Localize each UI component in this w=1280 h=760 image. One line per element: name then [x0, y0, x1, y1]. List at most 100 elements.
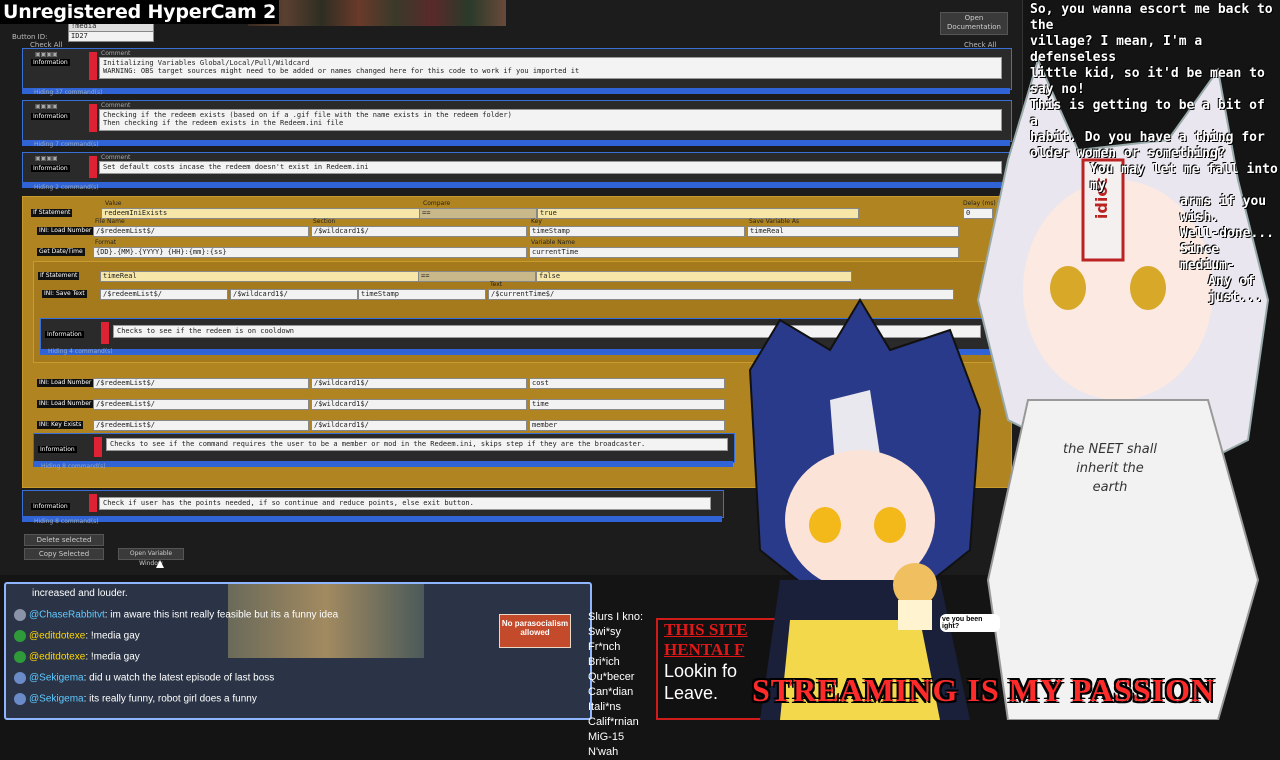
- dialog-line: habit. Do you have a thing for: [1030, 130, 1265, 145]
- block-tag: Information: [31, 113, 70, 120]
- save-key[interactable]: timeStamp: [358, 289, 486, 300]
- if-value2[interactable]: true: [537, 208, 859, 219]
- chat-username[interactable]: @ChaseRabbitvt: [29, 610, 105, 621]
- get-date-tag: Get Date/Time: [37, 248, 85, 256]
- load1-section[interactable]: /$wildcard1$/: [311, 226, 527, 237]
- keyexists-file[interactable]: /$redeemList$/: [93, 420, 309, 431]
- tshirt-line-1: the NEET shall: [1063, 442, 1157, 457]
- open-documentation-button[interactable]: Open Documentation: [940, 12, 1008, 35]
- chat-message: @editdotexe: !media gay: [14, 630, 140, 642]
- hiding-count: Hiding 2 command(s): [34, 184, 99, 191]
- comment-header: Comment: [101, 102, 131, 109]
- list-item: N'wah: [588, 746, 619, 758]
- info-block-1[interactable]: ▣▣▣▣ Information Comment Initializing Va…: [22, 48, 1012, 90]
- avatar: [14, 672, 26, 684]
- key-exists-tag: INI: Key Exists: [37, 421, 84, 429]
- load1-key[interactable]: timeStamp: [529, 226, 745, 237]
- dialog-line: little kid, so it'd be mean to say no!: [1030, 66, 1265, 97]
- points-info-block[interactable]: Information Check if user has the points…: [22, 490, 724, 518]
- chat-message: @editdotexe: !media gay: [14, 651, 140, 663]
- copy-selected-button[interactable]: Copy Selected: [24, 548, 104, 560]
- info-block-2[interactable]: ▣▣▣▣ Information Comment Checking if the…: [22, 100, 1012, 142]
- file-header: File Name: [95, 218, 125, 225]
- load3-key[interactable]: time: [529, 399, 725, 410]
- load2-section[interactable]: /$wildcard1$/: [311, 378, 527, 389]
- streaming-banner: STREAMING IS MY PASSION: [752, 672, 1216, 708]
- comment-text[interactable]: Checking if the redeem exists (based on …: [99, 109, 1002, 131]
- dialog-line: Any of: [1208, 274, 1255, 289]
- chat-media-image: [228, 584, 424, 658]
- open-variable-window-button[interactable]: Open Variable Window: [118, 548, 184, 567]
- load-number-tag: INI: Load Number: [37, 379, 94, 387]
- row-controls[interactable]: ▣▣▣▣: [35, 103, 58, 110]
- nested-if-value2[interactable]: false: [536, 271, 852, 282]
- nested-if-compare[interactable]: ==: [418, 271, 536, 282]
- member-info-block[interactable]: Information Checks to see if the command…: [33, 433, 735, 463]
- button-id-input[interactable]: ID27: [68, 31, 154, 42]
- save-file[interactable]: /$redeemList$/: [100, 289, 228, 300]
- tshirt-text: the NEET shall inherit the earth: [1050, 440, 1170, 497]
- avatar: [14, 651, 26, 663]
- date-format-input[interactable]: {DD}.{MM}.{YYYY} {HH}:{mm}:{ss}: [93, 247, 527, 258]
- chat-text: : its really funny, robot girl does a fu…: [83, 693, 257, 705]
- dialog-line: So, you wanna escort me back to the: [1030, 2, 1273, 33]
- key-header: Key: [531, 218, 542, 225]
- load3-file[interactable]: /$redeemList$/: [93, 399, 309, 410]
- delete-selected-button[interactable]: Delete selected: [24, 534, 104, 546]
- hiding-count: Hiding 4 command(s): [48, 348, 113, 355]
- avatar: [14, 693, 26, 705]
- comment-header: Comment: [101, 50, 131, 57]
- load3-section[interactable]: /$wildcard1$/: [311, 399, 527, 410]
- vtuber-avatar-blue: [720, 290, 1010, 720]
- comment-text[interactable]: Checks to see if the command requires th…: [106, 438, 728, 451]
- block-divider: [33, 461, 733, 467]
- comment-text[interactable]: Initializing Variables Global/Local/Pull…: [99, 57, 1002, 79]
- dialog-line: Since medium-: [1180, 242, 1235, 273]
- info-block-3[interactable]: ▣▣▣▣ Information Comment Set default cos…: [22, 152, 1012, 184]
- load1-file[interactable]: /$redeemList$/: [93, 226, 309, 237]
- keyexists-key[interactable]: member: [529, 420, 725, 431]
- load-number-tag: INI: Load Number: [37, 227, 94, 235]
- list-item: Fr*nch: [588, 641, 621, 653]
- color-marker: [94, 437, 102, 457]
- row-controls[interactable]: ▣▣▣▣: [35, 155, 58, 162]
- button-id-label: Button ID:: [12, 33, 48, 41]
- dialog-line: older women or something?: [1030, 146, 1226, 161]
- row-controls[interactable]: ▣▣▣▣: [35, 51, 58, 58]
- block-tag: Information: [31, 59, 70, 66]
- tshirt-line-2: inherit the: [1076, 461, 1144, 476]
- keyexists-section[interactable]: /$wildcard1$/: [311, 420, 527, 431]
- list-item: Itali*ns: [588, 701, 622, 713]
- chat-username[interactable]: @Sekigema: [29, 673, 84, 684]
- block-tag: Information: [31, 165, 70, 172]
- chat-username[interactable]: @Sekigema: [29, 694, 84, 705]
- load1-save[interactable]: timeReal: [747, 226, 959, 237]
- chat-username[interactable]: @editdotexe: [29, 652, 85, 663]
- save-section[interactable]: /$wildcard1$/: [230, 289, 358, 300]
- nested-if-value1[interactable]: timeReal: [100, 271, 422, 282]
- comment-text[interactable]: Set default costs incase the redeem does…: [99, 161, 1002, 174]
- chat-text: : did u watch the latest episode of last…: [83, 672, 275, 684]
- save-text-tag: INI: Save Text: [42, 290, 87, 298]
- block-divider: [22, 516, 722, 522]
- hiding-count: Hiding 37 command(s): [34, 89, 103, 96]
- if-tag: If Statement: [31, 209, 73, 217]
- dialog-line: This is getting to be a bit of a: [1030, 98, 1265, 129]
- color-marker: [89, 156, 97, 178]
- if-compare[interactable]: ==: [419, 208, 537, 219]
- hiding-count: Hiding 7 command(s): [34, 141, 99, 148]
- list-item: MiG-15: [588, 731, 625, 743]
- mini-speech-bubble: ve you been ight?: [940, 614, 1000, 632]
- section-header: Section: [313, 218, 336, 225]
- if-value1[interactable]: redeemIniExists: [101, 208, 423, 219]
- dialog-line: arms if you wish.: [1180, 194, 1267, 225]
- chat-text: : !media gay: [85, 630, 140, 642]
- load2-file[interactable]: /$redeemList$/: [93, 378, 309, 389]
- color-marker: [101, 322, 109, 344]
- comment-text[interactable]: Check if user has the points needed, if …: [99, 497, 711, 510]
- date-variable-input[interactable]: currentTime: [529, 247, 959, 258]
- nested-if-tag: If Statement: [38, 272, 80, 280]
- comment-header: Comment: [101, 154, 131, 161]
- load2-key[interactable]: cost: [529, 378, 725, 389]
- chat-username[interactable]: @editdotexe: [29, 631, 85, 642]
